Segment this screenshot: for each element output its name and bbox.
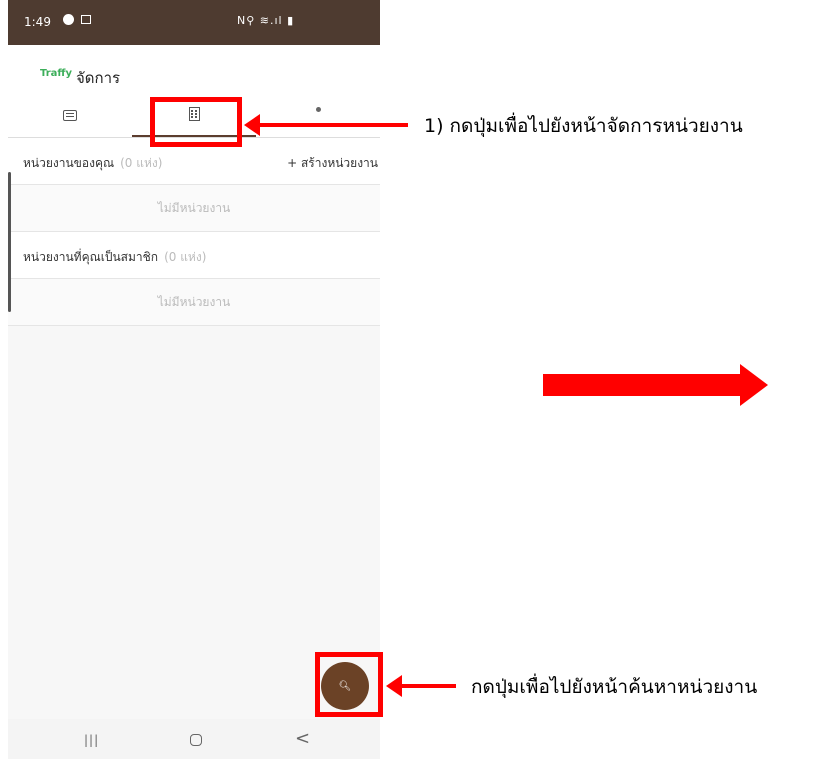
home-button[interactable] bbox=[190, 734, 202, 746]
list-icon bbox=[63, 109, 77, 121]
system-nav-bar: ||| < bbox=[8, 719, 380, 759]
tab-highlight-box bbox=[150, 97, 242, 147]
your-units-label: หน่วยงานของคุณ bbox=[23, 156, 115, 170]
search-hint-arrow bbox=[386, 675, 456, 697]
your-units-count: (0 แห่ง) bbox=[120, 156, 163, 170]
image-icon bbox=[81, 15, 91, 24]
search-highlight-box bbox=[315, 652, 383, 717]
dot-icon bbox=[315, 106, 321, 112]
create-unit-button[interactable]: + สร้างหน่วยงาน bbox=[287, 154, 378, 173]
brand-logo: Traffy bbox=[40, 68, 73, 79]
recent-apps-button[interactable]: ||| bbox=[84, 733, 99, 747]
next-step-arrow bbox=[543, 364, 768, 406]
back-button[interactable]: < bbox=[295, 728, 310, 749]
tab-list[interactable] bbox=[8, 93, 132, 137]
member-units-count: (0 แห่ง) bbox=[164, 250, 207, 264]
tab-hint-text: 1) กดปุ่มเพื่อไปยังหน้าจัดการหน่วยงาน bbox=[424, 115, 743, 137]
status-time: 1:49 bbox=[24, 15, 51, 29]
system-status-icons: N⚲ ≋.ıl ▮ bbox=[237, 14, 295, 27]
member-units-empty: ไม่มีหน่วยงาน bbox=[8, 279, 380, 326]
scroll-handle[interactable] bbox=[8, 172, 11, 312]
member-units-label: หน่วยงานที่คุณเป็นสมาชิก bbox=[23, 250, 159, 264]
member-units-header: หน่วยงานที่คุณเป็นสมาชิก (0 แห่ง) bbox=[8, 232, 380, 279]
page-title: จัดการ bbox=[76, 69, 121, 87]
tab-hint-arrow bbox=[244, 114, 408, 136]
your-units-empty: ไม่มีหน่วยงาน bbox=[8, 185, 380, 232]
status-bar: 1:49 N⚲ ≋.ıl ▮ bbox=[8, 0, 380, 45]
messenger-icon bbox=[63, 14, 74, 25]
tab-other[interactable] bbox=[256, 93, 380, 137]
search-hint-text: กดปุ่มเพื่อไปยังหน้าค้นหาหน่วยงาน bbox=[471, 676, 758, 698]
